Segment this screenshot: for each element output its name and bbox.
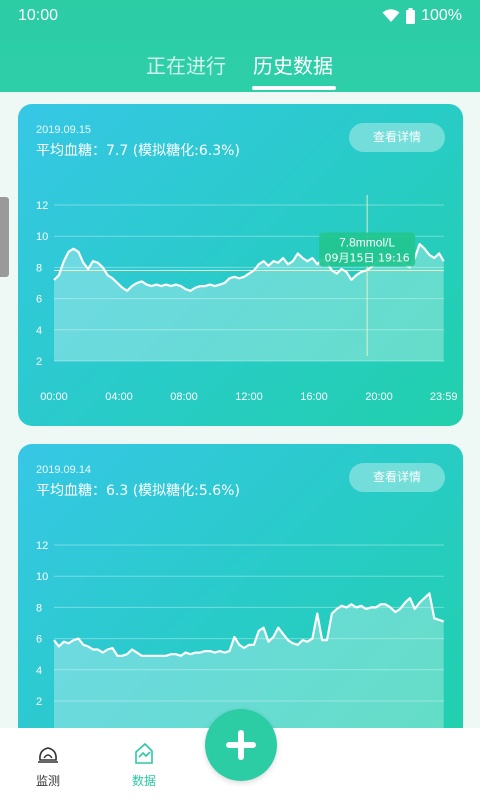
y-tick-label: 8 (36, 602, 42, 614)
y-tick-label: 2 (36, 356, 42, 368)
glucose-chart: 12 10 8 6 4 2 (36, 540, 445, 744)
y-tick-label: 6 (36, 634, 42, 646)
history-card: 2019.09.14 平均血糖：6.3 (模拟糖化:5.6%) 查看详情 12 1… (18, 444, 463, 744)
x-tick-label: 00:00 (40, 391, 68, 403)
nav-item-data[interactable]: 数据 (114, 728, 174, 800)
y-tick-label: 12 (36, 200, 48, 212)
tab-in-progress[interactable]: 正在进行 (146, 50, 226, 79)
x-tick-label: 08:00 (170, 391, 198, 403)
y-tick-label: 8 (36, 262, 42, 274)
status-bar: 10:00 100% (0, 0, 480, 34)
tooltip-time: 09月15日 19:16 (325, 252, 410, 265)
glucose-chart: 12 10 8 6 4 2 00:00 04:00 08:00 12:00 16:00 20:00 23… (36, 195, 458, 403)
battery-icon (406, 8, 416, 24)
side-drawer-handle[interactable] (0, 197, 9, 277)
x-tick-label: 23:59 (430, 391, 458, 403)
y-tick-label: 2 (36, 696, 42, 708)
y-tick-label: 4 (36, 665, 42, 677)
tooltip-value: 7.8mmol/L (339, 236, 395, 250)
nav-label: 数据 (131, 774, 156, 788)
y-tick-label: 10 (36, 231, 48, 243)
nav-label: 监测 (35, 774, 60, 788)
nav-item-monitor[interactable]: 监测 (18, 728, 78, 800)
monitor-icon (37, 742, 59, 766)
y-tick-label: 10 (36, 571, 48, 583)
app-header: 10:00 100% 正在进行 历史数据 (0, 0, 480, 92)
x-tick-label: 16:00 (300, 391, 328, 403)
data-icon (133, 742, 155, 766)
status-time: 10:00 (18, 7, 59, 24)
y-tick-label: 12 (36, 540, 48, 552)
x-tick-label: 04:00 (105, 391, 133, 403)
x-tick-label: 12:00 (235, 391, 263, 403)
battery-level: 100% (421, 7, 462, 24)
tab-history[interactable]: 历史数据 (253, 50, 333, 79)
y-tick-label: 4 (36, 325, 42, 337)
status-right: 100% (382, 7, 462, 25)
wifi-icon (382, 9, 400, 23)
x-tick-label: 20:00 (365, 391, 393, 403)
history-card: 2019.09.15 平均血糖：7.7 (模拟糖化:6.3%) 查看详情 12 1… (18, 104, 463, 426)
add-button[interactable] (205, 709, 277, 781)
plus-icon (226, 730, 256, 760)
tab-active-indicator (252, 86, 336, 90)
y-tick-label: 6 (36, 294, 42, 306)
